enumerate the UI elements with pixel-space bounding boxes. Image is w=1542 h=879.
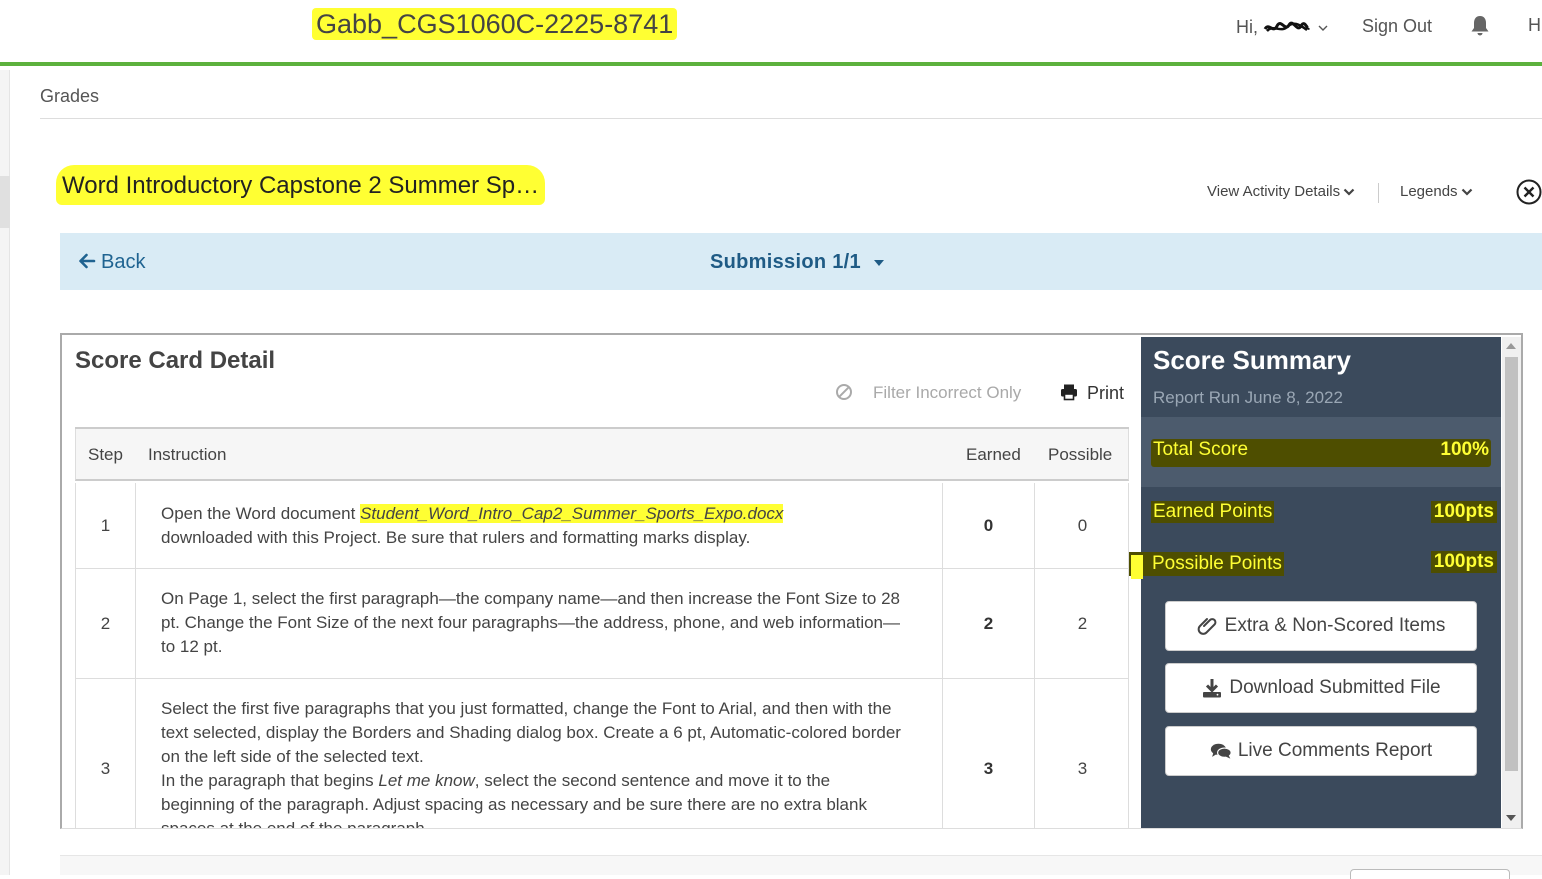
score-table: Step Instruction Earned Possible 1 Open … [75,427,1129,828]
earned-value: 0 [942,483,1035,568]
close-icon[interactable] [1516,179,1542,205]
download-submitted-file-button[interactable]: Download Submitted File [1165,663,1477,713]
print-label: Print [1087,383,1125,403]
sign-out-link[interactable]: Sign Out [1362,16,1432,37]
download-icon [1203,679,1222,698]
submission-label: Submission 1/1 [710,251,861,273]
total-score-label: Total Score [1153,439,1249,460]
legends-label: Legends [1400,183,1458,200]
column-header-earned: Earned [966,445,1021,464]
instruction-file-name: Student_Word_Intro_Cap2_Summer_Sports_Ex… [360,504,784,523]
possible-value: 3 [1077,758,1088,778]
bottom-bar [60,855,1542,879]
filter-incorrect-toggle[interactable]: Filter Incorrect Only [835,383,1021,403]
step-number: 3 [76,679,136,828]
report-run-date: Report Run June 8, 2022 [1153,388,1343,407]
divider [1378,183,1379,203]
help-link[interactable]: H [1528,15,1541,36]
score-summary-panel: Score Summary Report Run June 8, 2022 To… [1129,337,1501,828]
scroll-thumb[interactable] [1505,357,1518,771]
extra-non-scored-button[interactable]: Extra & Non-Scored Items [1165,601,1477,651]
table-row: 1 Open the Word document Student_Word_In… [75,483,1129,569]
scroll-up-arrow[interactable] [1506,343,1516,349]
instruction-part: Select the first five paragraphs that yo… [161,699,901,766]
printer-icon [1061,384,1077,401]
earned-points-label: Earned Points [1151,501,1275,523]
activity-title: Word Introductory Capstone 2 Summer Sp… [56,165,546,205]
paperclip-icon [1197,618,1217,635]
course-title[interactable]: Gabb_CGS1060C-2225-8741 [312,8,678,40]
download-submitted-file-label: Download Submitted File [1229,677,1441,698]
instruction-italic: Let me know [378,771,475,790]
scroll-down-arrow[interactable] [1506,815,1516,821]
table-row: 3 Select the first five paragraphs that … [75,679,1129,828]
instruction-text: Open the Word document Student_Word_Intr… [161,502,901,550]
instruction-text: Select the first five paragraphs that yo… [161,697,901,828]
possible-points-highlight-edge [1131,555,1143,579]
view-activity-details-label: View Activity Details [1207,183,1341,200]
live-comments-report-label: Live Comments Report [1237,740,1433,761]
breadcrumb-grades[interactable]: Grades [40,86,99,107]
instruction-part: downloaded with this Project. Be sure th… [161,528,751,547]
table-row: 2 On Page 1, select the first paragraph—… [75,569,1129,679]
score-card-title: Score Card Detail [75,347,276,374]
legends-dropdown[interactable]: Legends [1400,183,1473,200]
submission-bar: Back Submission 1/1 [60,233,1542,290]
scrollbar[interactable] [1502,337,1521,828]
earned-points-value: 100pts [1430,501,1497,523]
possible-value: 0 [1077,515,1088,535]
user-menu[interactable]: Hi, [1236,17,1328,38]
score-card: Score Card Detail Filter Incorrect Only … [60,333,1523,829]
live-comments-report-button[interactable]: Live Comments Report [1165,726,1477,776]
column-header-step: Step [88,445,123,464]
back-label: Back [101,251,146,273]
left-rail [0,70,10,875]
step-number: 2 [76,569,136,678]
chevron-down-icon [1318,25,1328,32]
prohibited-icon [836,384,852,400]
caret-down-icon [873,260,884,266]
possible-points-value: 100pts [1430,551,1497,573]
chevron-down-icon [1343,188,1355,196]
column-header-instruction: Instruction [148,445,227,464]
bottom-button[interactable] [1350,869,1510,879]
spacer [60,290,1542,334]
top-bar: Gabb_CGS1060C-2225-8741 Hi, Sign Out H [0,0,1542,66]
instruction-part: In the paragraph that begins [161,771,379,790]
left-rail-segment [0,176,10,228]
greeting-label: Hi, [1236,17,1258,37]
column-header-possible: Possible [1048,445,1113,464]
comments-icon [1210,743,1232,759]
divider [40,118,1542,119]
view-activity-details-dropdown[interactable]: View Activity Details [1207,183,1355,200]
earned-value: 3 [942,679,1035,828]
possible-points-label: Possible Points [1129,552,1284,576]
extra-non-scored-label: Extra & Non-Scored Items [1224,615,1446,636]
redacted-name-icon [1263,21,1311,33]
chevron-down-icon [1461,188,1472,196]
back-button[interactable]: Back [78,251,145,274]
submission-dropdown[interactable]: Submission 1/1 [710,251,885,274]
possible-value: 2 [1077,613,1088,633]
score-summary-title: Score Summary [1153,345,1351,375]
filter-incorrect-label: Filter Incorrect Only [873,383,1022,402]
arrow-left-icon [79,253,96,269]
table-header: Step Instruction Earned Possible [75,429,1129,481]
print-button[interactable]: Print [1060,383,1124,404]
instruction-part: Open the Word document [161,504,361,523]
total-score-value: 100% [1440,439,1489,460]
bell-icon[interactable] [1468,14,1492,38]
step-number: 1 [76,483,136,568]
instruction-text: On Page 1, select the first paragraph—th… [161,589,901,656]
earned-value: 2 [942,569,1035,678]
